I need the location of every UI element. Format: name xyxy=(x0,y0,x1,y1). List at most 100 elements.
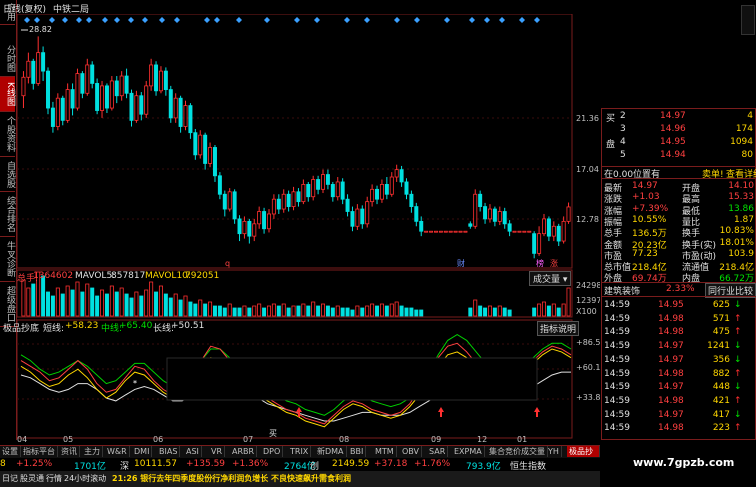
event-diamond[interactable] xyxy=(344,17,350,23)
event-diamond[interactable] xyxy=(24,17,30,23)
sidebar-item-kline[interactable]: K线图 xyxy=(0,77,15,112)
event-diamond[interactable] xyxy=(264,17,270,23)
tab-indicator[interactable]: DPO xyxy=(261,446,284,457)
candle-body xyxy=(340,181,345,200)
tab-indicator[interactable]: ARBR xyxy=(230,446,258,457)
volume-bar xyxy=(247,307,252,317)
candle-body xyxy=(46,70,51,109)
event-diamond[interactable] xyxy=(76,17,82,23)
event-diamond[interactable] xyxy=(159,17,165,23)
event-diamond[interactable] xyxy=(534,17,540,23)
tab-indicator[interactable]: BIAS xyxy=(157,446,181,457)
candle-body xyxy=(487,208,492,220)
event-diamond[interactable] xyxy=(469,17,475,23)
tab-indicator[interactable]: BBI xyxy=(348,446,367,457)
volume-bar xyxy=(149,281,154,317)
marker-ranking[interactable]: 榜 xyxy=(536,258,544,268)
event-diamond[interactable] xyxy=(128,17,134,23)
x-tick: 06 xyxy=(153,435,163,444)
tab-indicator[interactable]: TRIX xyxy=(288,446,312,457)
candle-body xyxy=(173,97,178,119)
event-diamond[interactable] xyxy=(214,17,220,23)
status-item-diary[interactable]: 日记 xyxy=(2,473,18,484)
order-book-row[interactable]: 3 14.96 174 xyxy=(602,124,756,136)
volume-bar xyxy=(330,307,335,317)
candle-body xyxy=(134,95,139,121)
tab-indicator[interactable]: 新DMA xyxy=(315,446,347,457)
candle-body xyxy=(203,134,208,164)
trade-volume: 356 xyxy=(712,354,730,365)
order-book-row[interactable]: 买 2 14.97 4 xyxy=(602,111,756,124)
tab-indicator[interactable]: 集合竞价成交量 xyxy=(487,446,548,457)
event-diamond[interactable] xyxy=(34,17,40,23)
tab-indicator[interactable]: SAR xyxy=(427,446,449,457)
volume-bar xyxy=(119,287,124,317)
trade-volume: 448 xyxy=(712,382,730,393)
sidebar-item-ranking[interactable]: 综合排名 xyxy=(0,192,15,237)
scrollbar[interactable] xyxy=(741,5,755,35)
candle-body xyxy=(281,193,286,210)
event-diamond[interactable] xyxy=(174,17,180,23)
order-book-row[interactable]: 5 14.94 80 xyxy=(602,150,756,162)
event-diamond[interactable] xyxy=(114,17,120,23)
tab-indicator[interactable]: EXPMA xyxy=(452,446,485,457)
quote-value: 10.83% xyxy=(719,226,754,237)
sidebar-item-intraday[interactable]: 分时图 xyxy=(0,40,15,77)
volume-bar xyxy=(188,301,193,317)
event-diamond[interactable] xyxy=(62,17,68,23)
event-diamond[interactable] xyxy=(86,17,92,23)
tab-indicator[interactable]: MTM xyxy=(373,446,397,457)
trade-list[interactable]: 14:59 14.95 625 ↓ 14:59 14.98 571 ↑ 14:59 14.98 47… xyxy=(602,296,756,442)
sidebar-item-diagnosis[interactable]: 牛叉诊断 xyxy=(0,237,15,282)
event-diamond[interactable] xyxy=(314,17,320,23)
tab-indicator[interactable]: 指标平台 xyxy=(21,446,58,457)
event-diamond[interactable] xyxy=(49,17,55,23)
volume-bar xyxy=(335,305,340,317)
watermark-text: www.7gpzb.com xyxy=(633,456,735,469)
event-diamond[interactable] xyxy=(444,17,450,23)
mavol5-value: 857817 xyxy=(111,271,146,281)
event-diamond[interactable] xyxy=(204,17,210,23)
event-diamond[interactable] xyxy=(394,17,400,23)
tab-indicator[interactable]: W&R xyxy=(105,446,130,457)
tab-indicator[interactable]: 极品抄底 xyxy=(567,446,600,467)
volume-type-dropdown[interactable]: 成交量 ▾ xyxy=(529,271,572,286)
marker-rise[interactable]: 涨 xyxy=(550,258,558,268)
status-item-rolling[interactable]: 24小时滚动 xyxy=(64,473,106,484)
quote-row: 外盘 69.74万 内盘 66.72万 xyxy=(602,271,756,284)
event-diamond[interactable] xyxy=(364,17,370,23)
sidebar-item-watchlist[interactable]: 自选股 xyxy=(0,157,15,192)
tab-indicator[interactable]: YH xyxy=(546,446,562,457)
candle-body xyxy=(345,198,350,212)
tab-indicator[interactable]: OBV xyxy=(400,446,423,457)
news-ticker[interactable]: 21:26 银行去年四季度股份行净利润负增长 不良快速飙升需食利润 xyxy=(112,473,351,484)
tab-indicator[interactable]: DMI xyxy=(132,446,153,457)
marker-finance[interactable]: 财 xyxy=(457,258,465,268)
kline-chart[interactable]: 28.82 21.36 17.04 12.78 q 财 榜 涨 24298 12… xyxy=(17,14,600,444)
trade-row: 14:59 14.98 421 ↑ xyxy=(602,396,756,408)
event-diamond[interactable] xyxy=(142,17,148,23)
status-item-stocklink[interactable]: 股灵通 xyxy=(20,473,44,484)
event-diamond[interactable] xyxy=(236,17,242,23)
event-diamond[interactable] xyxy=(414,17,420,23)
event-diamond[interactable] xyxy=(499,17,505,23)
event-diamond[interactable] xyxy=(294,17,300,23)
y-tick: 17.04 xyxy=(576,165,599,174)
candle-body xyxy=(463,230,468,233)
tab-indicator[interactable]: 主力 xyxy=(82,446,103,457)
tab-indicator[interactable]: ASI xyxy=(184,446,202,457)
event-diamond[interactable] xyxy=(102,17,108,23)
x-tick: 07 xyxy=(243,435,253,444)
event-diamond[interactable] xyxy=(484,17,490,23)
trade-time: 14:59 xyxy=(604,368,630,379)
tab-indicator[interactable]: 设置 xyxy=(0,446,21,457)
volume-bar xyxy=(379,303,384,317)
tab-indicator[interactable]: 资讯 xyxy=(59,446,80,457)
event-diamond[interactable] xyxy=(519,17,525,23)
marker-q[interactable]: q xyxy=(225,259,230,268)
sidebar-item-stock-info[interactable]: 个股资料 xyxy=(0,112,15,157)
indicator-help-button[interactable]: 指标说明 xyxy=(537,321,580,336)
status-item-market[interactable]: 行情 xyxy=(46,473,62,484)
order-book-row[interactable]: 盘 4 14.95 1094 xyxy=(602,137,756,150)
tab-indicator[interactable]: VR xyxy=(209,446,226,457)
